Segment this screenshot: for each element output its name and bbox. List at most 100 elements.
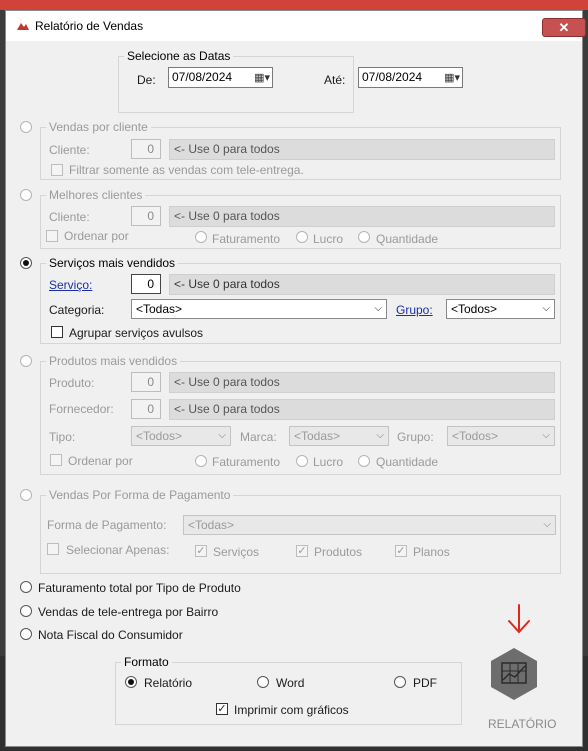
agrupar-checkbox[interactable] (51, 326, 63, 338)
radio-produtos-mais-vendidos[interactable] (20, 355, 32, 367)
report-chart-icon (491, 648, 537, 700)
produtos-legend: Produtos mais vendidos (49, 354, 178, 368)
radio-relatorio[interactable] (125, 676, 137, 688)
chevron-down-icon: ⌵ (218, 430, 226, 441)
faturamento-label: Faturamento (212, 232, 281, 246)
arrow-down-icon (508, 604, 530, 634)
date-from-value: 07/08/2024 (172, 70, 233, 84)
fornecedor-input[interactable]: 0 (131, 399, 161, 419)
servicos-checkbox[interactable]: ✓ (195, 545, 207, 557)
radio-faturamento[interactable] (195, 455, 207, 467)
tele-entrega-label: Filtrar somente as vendas com tele-entre… (69, 163, 304, 177)
fornecedor-hint: <- Use 0 para todos (169, 399, 555, 420)
servico-link[interactable]: Serviço: (49, 278, 92, 292)
ordenar-checkbox[interactable] (46, 230, 58, 242)
radio-quantidade[interactable] (358, 455, 370, 467)
radio-lucro[interactable] (296, 231, 308, 243)
marca-label: Marca: (240, 430, 277, 444)
tele-bairro-label: Vendas de tele-entrega por Bairro (38, 605, 219, 619)
background-strip-top (0, 0, 588, 10)
tele-entrega-checkbox[interactable] (51, 164, 63, 176)
app-logo-icon (17, 23, 29, 30)
chevron-down-icon: ⌵ (543, 519, 551, 530)
quantidade-label: Quantidade (376, 232, 439, 246)
marca-select[interactable]: <Todas> ⌵ (289, 426, 389, 446)
selecionar-apenas-label: Selecionar Apenas: (66, 543, 170, 557)
cliente-hint: <- Use 0 para todos (169, 206, 555, 227)
grupo-label: Grupo: (397, 430, 434, 444)
servicos-label: Serviços (213, 545, 260, 559)
dates-legend: Selecione as Datas (127, 49, 231, 63)
radio-faturamento-tipo[interactable] (20, 581, 32, 593)
report-dialog: Relatório de Vendas ✕ Selecione as Datas… (5, 10, 586, 747)
cliente-label: Cliente: (49, 210, 90, 224)
produto-label: Produto: (49, 376, 95, 390)
radio-quantidade[interactable] (358, 231, 370, 243)
report-button[interactable] (488, 646, 540, 702)
word-label: Word (276, 676, 305, 690)
calendar-dropdown-icon[interactable]: ▦▾ (444, 69, 460, 88)
vendas-cliente-legend: Vendas por cliente (49, 120, 148, 134)
ordenar-checkbox[interactable] (50, 454, 62, 466)
title-bar: Relatório de Vendas ✕ (6, 11, 586, 41)
cliente-input[interactable]: 0 (131, 206, 161, 226)
radio-lucro[interactable] (296, 455, 308, 467)
date-to-input[interactable]: 07/08/2024 ▦▾ (358, 67, 463, 88)
grupo-select[interactable]: <Todos> ⌵ (446, 299, 555, 319)
servico-hint: <- Use 0 para todos (169, 274, 555, 295)
radio-nota-fiscal[interactable] (20, 628, 32, 640)
servico-input[interactable]: 0 (131, 274, 161, 294)
marca-value: <Todas> (294, 429, 341, 443)
selecionar-apenas-checkbox[interactable] (47, 543, 59, 555)
quantidade-label: Quantidade (376, 455, 439, 469)
cliente-label: Cliente: (49, 143, 90, 157)
radio-forma-pagamento[interactable] (20, 489, 32, 501)
cliente-input[interactable]: 0 (131, 139, 161, 159)
graficos-label: Imprimir com gráficos (234, 703, 349, 717)
grupo-select[interactable]: <Todos> ⌵ (447, 426, 555, 446)
radio-tele-bairro[interactable] (20, 605, 32, 617)
planos-label: Planos (413, 545, 450, 559)
categoria-select[interactable]: <Todas> ⌵ (131, 299, 387, 319)
radio-melhores-clientes[interactable] (20, 189, 32, 201)
produto-hint: <- Use 0 para todos (169, 372, 555, 393)
date-from-input[interactable]: 07/08/2024 ▦▾ (168, 67, 273, 88)
chevron-down-icon: ⌵ (376, 430, 384, 441)
radio-vendas-cliente[interactable] (20, 121, 32, 133)
lucro-label: Lucro (313, 232, 344, 246)
radio-pdf[interactable] (394, 676, 406, 688)
pdf-label: PDF (413, 676, 437, 690)
categoria-label: Categoria: (49, 303, 105, 317)
calendar-dropdown-icon[interactable]: ▦▾ (254, 69, 270, 88)
produtos-checkbox[interactable]: ✓ (296, 545, 308, 557)
forma-pagamento-label: Forma de Pagamento: (47, 518, 167, 532)
radio-servicos-mais-vendidos[interactable] (20, 257, 32, 269)
melhores-clientes-legend: Melhores clientes (49, 188, 143, 202)
cliente-hint: <- Use 0 para todos (169, 139, 555, 160)
close-button[interactable]: ✕ (542, 18, 586, 37)
nota-fiscal-label: Nota Fiscal do Consumidor (38, 628, 183, 642)
tipo-select[interactable]: <Todos> ⌵ (131, 426, 231, 446)
relatorio-label: Relatório (144, 676, 193, 690)
tipo-value: <Todos> (136, 429, 183, 443)
radio-word[interactable] (257, 676, 269, 688)
date-to-value: 07/08/2024 (362, 70, 423, 84)
produto-input[interactable]: 0 (131, 372, 161, 392)
planos-checkbox[interactable]: ✓ (395, 545, 407, 557)
pagamento-legend: Vendas Por Forma de Pagamento (49, 488, 231, 502)
agrupar-label: Agrupar serviços avulsos (69, 326, 204, 340)
ordenar-label: Ordenar por (68, 454, 133, 468)
grupo-link[interactable]: Grupo: (396, 303, 433, 317)
faturamento-tipo-label: Faturamento total por Tipo de Produto (38, 581, 241, 595)
chevron-down-icon: ⌵ (542, 303, 550, 314)
grupo-value: <Todos> (451, 302, 498, 316)
report-button-label[interactable]: RELATÓRIO (488, 717, 556, 731)
window-title: Relatório de Vendas (35, 19, 144, 33)
faturamento-label: Faturamento (212, 455, 281, 469)
forma-pagamento-select[interactable]: <Todas> ⌵ (183, 515, 556, 535)
produtos-label: Produtos (314, 545, 363, 559)
forma-pagamento-value: <Todas> (188, 518, 235, 532)
radio-faturamento[interactable] (195, 231, 207, 243)
graficos-checkbox[interactable]: ✓ (216, 703, 228, 715)
servicos-legend: Serviços mais vendidos (49, 256, 176, 270)
